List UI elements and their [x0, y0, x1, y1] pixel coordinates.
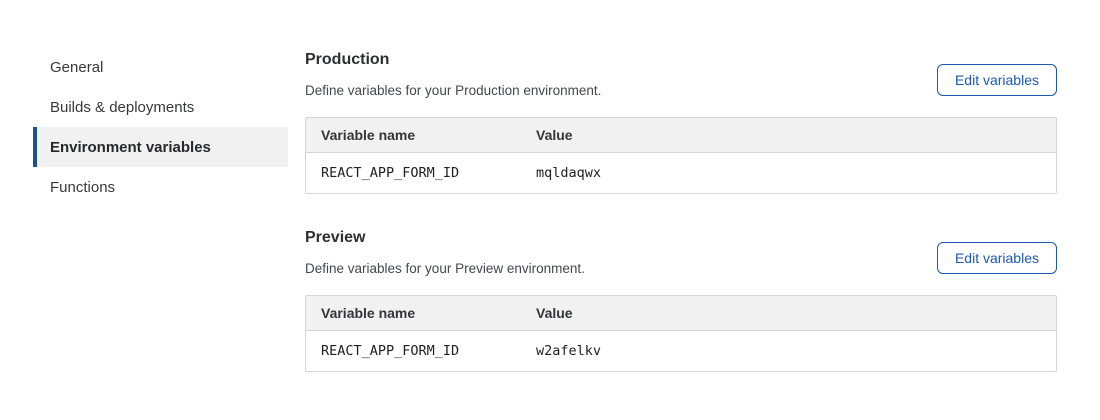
column-header-value: Value [536, 127, 1056, 143]
column-header-value: Value [536, 305, 1056, 321]
sidebar-item-environment-variables[interactable]: Environment variables [33, 127, 288, 167]
section-description-preview: Define variables for your Preview enviro… [305, 260, 585, 277]
sidebar-item-builds-deployments[interactable]: Builds & deployments [33, 87, 288, 127]
settings-sidebar: General Builds & deployments Environment… [33, 0, 288, 372]
variable-value-cell: w2afelkv [536, 343, 1056, 359]
table-row: REACT_APP_FORM_ID mqldaqwx [306, 153, 1056, 193]
edit-variables-button-preview[interactable]: Edit variables [937, 242, 1057, 274]
production-section: Production Define variables for your Pro… [305, 50, 1057, 194]
section-title-preview: Preview [305, 228, 585, 248]
sidebar-item-label: Environment variables [50, 139, 211, 156]
sidebar-item-general[interactable]: General [33, 47, 288, 87]
environment-variables-panel: Production Define variables for your Pro… [305, 0, 1057, 372]
edit-variables-button-production[interactable]: Edit variables [937, 64, 1057, 96]
production-variables-table: Variable name Value REACT_APP_FORM_ID mq… [305, 117, 1057, 194]
settings-page: General Builds & deployments Environment… [0, 0, 1100, 372]
preview-section-text: Preview Define variables for your Previe… [305, 228, 585, 277]
preview-section: Preview Define variables for your Previe… [305, 228, 1057, 372]
preview-variables-table: Variable name Value REACT_APP_FORM_ID w2… [305, 295, 1057, 372]
section-description-production: Define variables for your Production env… [305, 82, 601, 99]
table-header-row: Variable name Value [306, 296, 1056, 331]
table-header-row: Variable name Value [306, 118, 1056, 153]
variable-name-cell: REACT_APP_FORM_ID [306, 165, 536, 181]
column-header-variable-name: Variable name [306, 305, 536, 321]
table-row: REACT_APP_FORM_ID w2afelkv [306, 331, 1056, 371]
sidebar-item-label: Builds & deployments [50, 99, 194, 116]
sidebar-item-functions[interactable]: Functions [33, 167, 288, 207]
column-header-variable-name: Variable name [306, 127, 536, 143]
preview-section-header: Preview Define variables for your Previe… [305, 228, 1057, 277]
variable-name-cell: REACT_APP_FORM_ID [306, 343, 536, 359]
section-title-production: Production [305, 50, 601, 70]
production-section-text: Production Define variables for your Pro… [305, 50, 601, 99]
sidebar-item-label: General [50, 59, 103, 76]
variable-value-cell: mqldaqwx [536, 165, 1056, 181]
sidebar-item-label: Functions [50, 179, 115, 196]
production-section-header: Production Define variables for your Pro… [305, 50, 1057, 99]
